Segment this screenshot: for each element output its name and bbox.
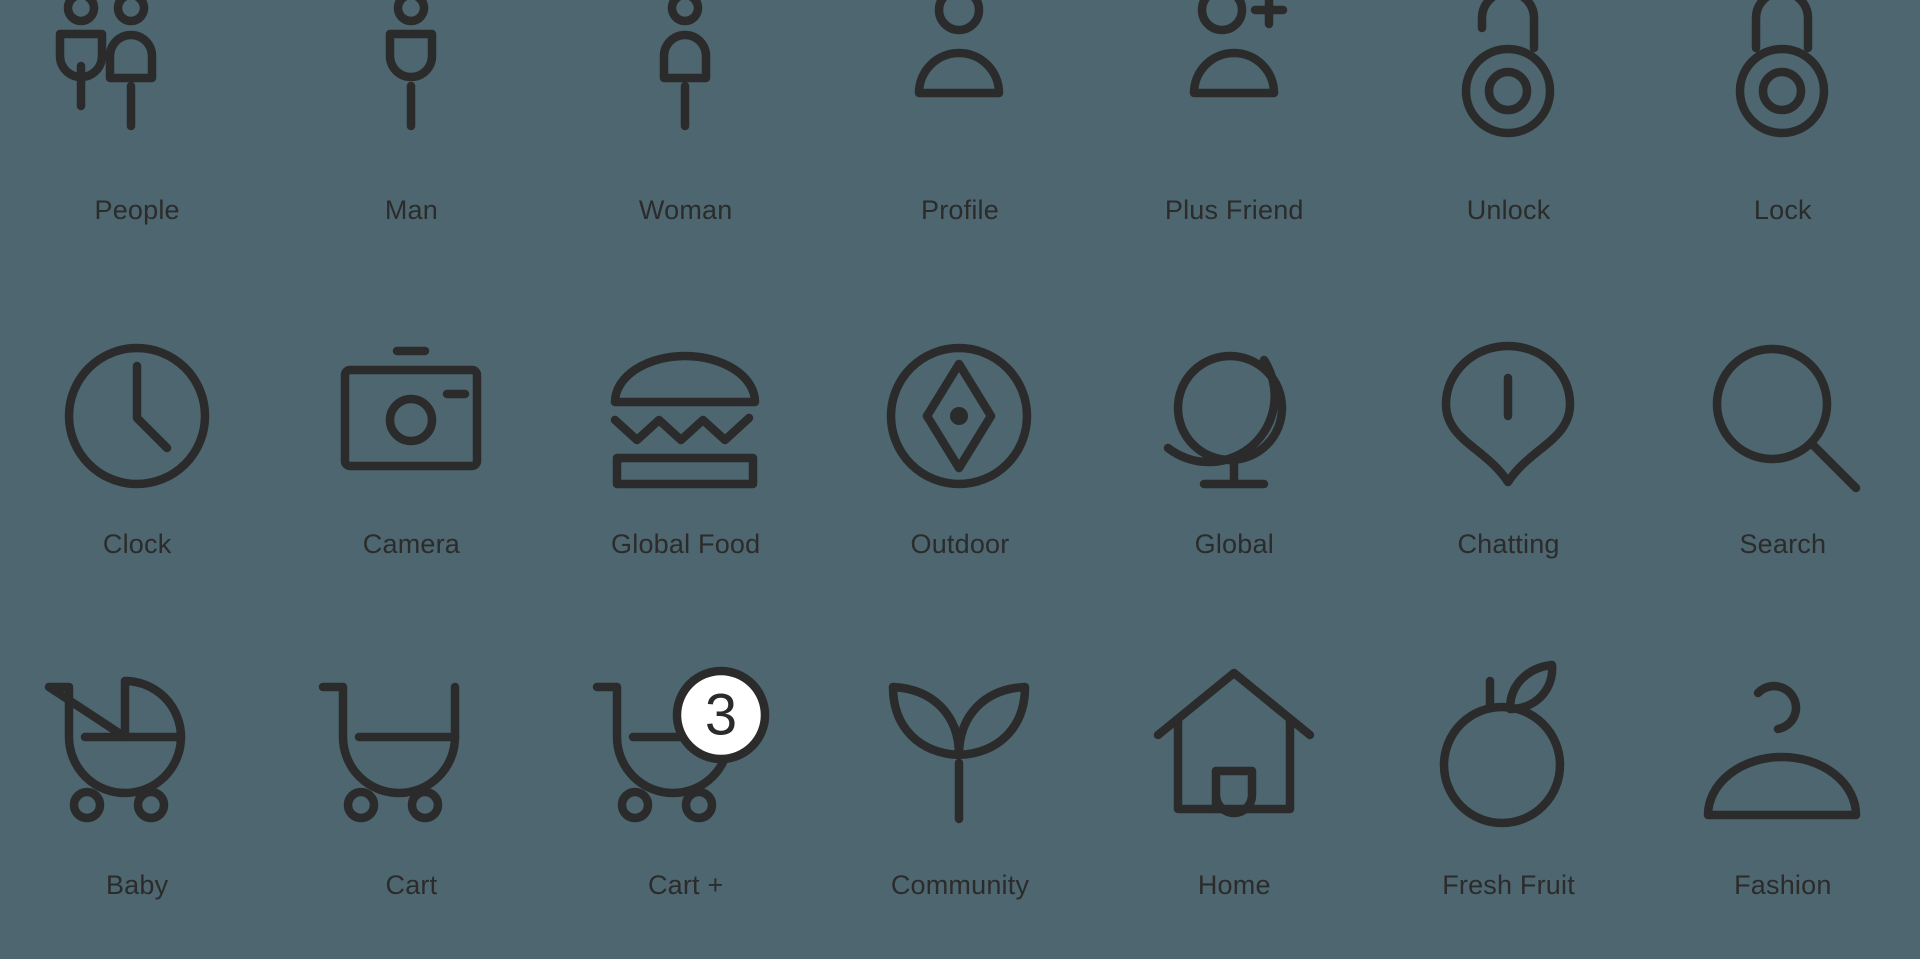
icon-label: Fresh Fruit — [1442, 870, 1575, 901]
chatting-icon — [1416, 324, 1601, 509]
icon-cell-global-food[interactable]: Global Food — [549, 320, 823, 640]
icon-cell-man[interactable]: Man — [274, 0, 548, 320]
fashion-hanger-icon — [1690, 659, 1875, 844]
cart-icon — [318, 659, 504, 844]
icon-label: Chatting — [1457, 528, 1560, 559]
clock-icon — [45, 324, 230, 509]
man-icon — [319, 0, 504, 171]
icon-label: Home — [1197, 870, 1271, 901]
community-sprout-icon — [867, 659, 1052, 844]
icon-label: Global Food — [611, 528, 761, 559]
icon-cell-baby[interactable]: Baby — [0, 639, 274, 959]
unlock-icon — [1416, 0, 1601, 171]
icon-label: Clock — [102, 528, 172, 559]
icon-cell-camera[interactable]: Camera — [274, 320, 548, 640]
icon-label: Global — [1194, 528, 1274, 559]
cart-badge-count: 3 — [705, 683, 737, 748]
icon-label: Community — [890, 870, 1030, 901]
baby-stroller-icon — [44, 659, 230, 844]
search-icon — [1690, 324, 1875, 509]
fresh-fruit-icon — [1416, 659, 1601, 844]
global-food-icon — [593, 324, 778, 509]
icon-label: Search — [1739, 528, 1827, 559]
woman-icon — [593, 0, 778, 171]
icon-label: Cart — [385, 870, 438, 901]
icon-cell-outdoor[interactable]: Outdoor — [823, 320, 1097, 640]
icon-cell-cart-plus[interactable]: 3 Cart + — [549, 639, 823, 959]
icon-cell-fresh-fruit[interactable]: Fresh Fruit — [1371, 639, 1645, 959]
lock-icon — [1690, 0, 1875, 171]
outdoor-compass-icon — [867, 324, 1052, 509]
globe-icon — [1142, 324, 1327, 509]
icon-cell-clock[interactable]: Clock — [0, 320, 274, 640]
icon-cell-home[interactable]: Home — [1097, 639, 1371, 959]
icon-cell-lock[interactable]: Lock — [1646, 0, 1920, 320]
plus-friend-icon — [1142, 0, 1327, 171]
icon-label: Lock — [1753, 195, 1812, 225]
profile-icon — [867, 0, 1052, 171]
icon-cell-plus-friend[interactable]: Plus Friend — [1097, 0, 1371, 320]
icon-label: Profile — [921, 195, 999, 225]
icon-label: Man — [384, 195, 438, 225]
icon-label: Cart + — [647, 870, 724, 901]
icon-cell-fashion[interactable]: Fashion — [1646, 639, 1920, 959]
icon-grid: People Man Woman Profile Plus Friend Unl… — [0, 0, 1920, 959]
icon-cell-unlock[interactable]: Unlock — [1371, 0, 1645, 320]
icon-cell-global[interactable]: Global — [1097, 320, 1371, 640]
icon-cell-cart[interactable]: Cart — [274, 639, 548, 959]
icon-cell-woman[interactable]: Woman — [549, 0, 823, 320]
icon-cell-community[interactable]: Community — [823, 639, 1097, 959]
icon-cell-profile[interactable]: Profile — [823, 0, 1097, 320]
camera-icon — [319, 324, 504, 509]
icon-cell-search[interactable]: Search — [1646, 320, 1920, 640]
icon-label: Unlock — [1466, 195, 1551, 225]
icon-label: People — [94, 195, 180, 225]
icon-label: Fashion — [1734, 870, 1832, 901]
icon-label: Baby — [105, 870, 169, 901]
icon-cell-chatting[interactable]: Chatting — [1371, 320, 1645, 640]
icon-label: Camera — [362, 528, 461, 559]
people-icon — [45, 0, 230, 171]
icon-label: Outdoor — [910, 528, 1010, 559]
icon-label: Woman — [638, 195, 733, 225]
icon-cell-people[interactable]: People — [0, 0, 274, 320]
home-icon — [1142, 659, 1327, 844]
cart-plus-icon: 3 — [592, 659, 778, 844]
icon-label: Plus Friend — [1164, 195, 1304, 225]
